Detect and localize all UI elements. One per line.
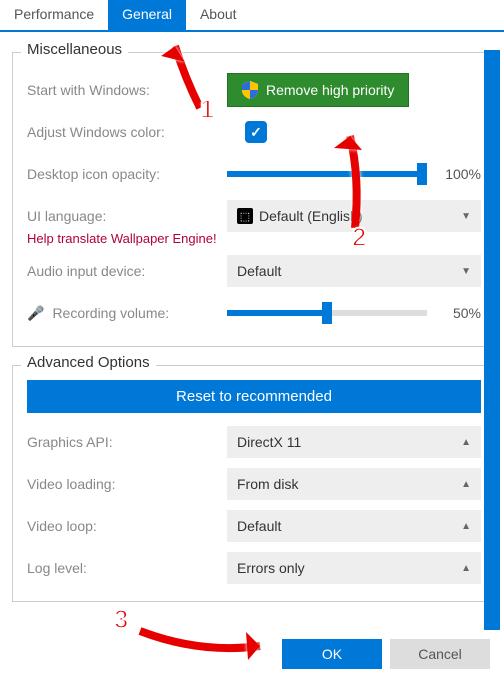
audio-input-device-dropdown[interactable]: Default ▼ — [227, 255, 481, 287]
video-loop-dropdown[interactable]: Default ▲ — [227, 510, 481, 542]
graphics-api-value: DirectX 11 — [237, 434, 301, 450]
scrollbar-thumb[interactable] — [484, 50, 500, 630]
video-loop-row: Video loop: Default ▲ — [27, 507, 481, 545]
log-level-value: Errors only — [237, 560, 305, 576]
audio-input-device-row: Audio input device: Default ▼ — [27, 252, 481, 290]
graphics-api-dropdown[interactable]: DirectX 11 ▲ — [227, 426, 481, 458]
advanced-options-title: Advanced Options — [21, 354, 156, 371]
vertical-scrollbar[interactable] — [484, 50, 500, 619]
video-loading-dropdown[interactable]: From disk ▲ — [227, 468, 481, 500]
language-icon: ⬚ — [237, 208, 253, 224]
cancel-button[interactable]: Cancel — [390, 639, 490, 669]
miscellaneous-title: Miscellaneous — [21, 41, 128, 58]
settings-scroll-area: Miscellaneous Start with Windows: Remove… — [0, 34, 504, 619]
graphics-api-label: Graphics API: — [27, 434, 227, 450]
advanced-options-group: Advanced Options Reset to recommended Gr… — [12, 365, 496, 602]
chevron-up-icon: ▲ — [461, 563, 471, 574]
desktop-icon-opacity-label: Desktop icon opacity: — [27, 166, 227, 182]
desktop-icon-opacity-slider[interactable] — [227, 171, 427, 177]
ui-language-row: UI language: ⬚ Default (English) ▼ — [27, 197, 481, 235]
recording-volume-label-wrap: 🎤 Recording volume: — [27, 305, 227, 322]
log-level-label: Log level: — [27, 560, 227, 576]
desktop-icon-opacity-value: 100% — [437, 166, 481, 182]
miscellaneous-group: Miscellaneous Start with Windows: Remove… — [12, 52, 496, 347]
video-loading-row: Video loading: From disk ▲ — [27, 465, 481, 503]
chevron-up-icon: ▲ — [461, 437, 471, 448]
video-loop-value: Default — [237, 518, 281, 534]
shield-icon — [242, 81, 258, 99]
annotation-arrow-3 — [130, 616, 290, 666]
ui-language-dropdown[interactable]: ⬚ Default (English) ▼ — [227, 200, 481, 232]
ok-button[interactable]: OK — [282, 639, 382, 669]
tab-general[interactable]: General — [108, 0, 186, 30]
chevron-down-icon: ▼ — [461, 266, 471, 277]
audio-input-device-value: Default — [237, 263, 281, 279]
microphone-icon: 🎤 — [27, 305, 44, 322]
adjust-windows-color-label: Adjust Windows color: — [27, 124, 227, 140]
adjust-windows-color-row: Adjust Windows color: ✓ — [27, 113, 481, 151]
adjust-windows-color-checkbox[interactable]: ✓ — [245, 121, 267, 143]
ui-language-value: Default (English) — [259, 208, 363, 224]
dialog-footer: OK Cancel — [282, 639, 490, 669]
chevron-up-icon: ▲ — [461, 521, 471, 532]
remove-high-priority-label: Remove high priority — [266, 82, 394, 98]
ui-language-label: UI language: — [27, 208, 227, 224]
help-translate-link[interactable]: Help translate Wallpaper Engine! — [27, 231, 481, 246]
remove-high-priority-button[interactable]: Remove high priority — [227, 73, 409, 107]
video-loop-label: Video loop: — [27, 518, 227, 534]
tabs-bar: Performance General About — [0, 0, 504, 32]
log-level-row: Log level: Errors only ▲ — [27, 549, 481, 587]
audio-input-device-label: Audio input device: — [27, 263, 227, 279]
video-loading-label: Video loading: — [27, 476, 227, 492]
graphics-api-row: Graphics API: DirectX 11 ▲ — [27, 423, 481, 461]
recording-volume-slider[interactable] — [227, 310, 427, 316]
desktop-icon-opacity-row: Desktop icon opacity: 100% — [27, 155, 481, 193]
recording-volume-value: 50% — [437, 305, 481, 321]
tab-about[interactable]: About — [186, 0, 251, 30]
reset-to-recommended-button[interactable]: Reset to recommended — [27, 380, 481, 413]
recording-volume-row: 🎤 Recording volume: 50% — [27, 294, 481, 332]
video-loading-value: From disk — [237, 476, 298, 492]
start-with-windows-label: Start with Windows: — [27, 82, 227, 98]
recording-volume-label: Recording volume: — [52, 305, 169, 321]
chevron-up-icon: ▲ — [461, 479, 471, 490]
tab-performance[interactable]: Performance — [0, 0, 108, 30]
start-with-windows-row: Start with Windows: Remove high priority — [27, 71, 481, 109]
log-level-dropdown[interactable]: Errors only ▲ — [227, 552, 481, 584]
chevron-down-icon: ▼ — [461, 211, 471, 222]
